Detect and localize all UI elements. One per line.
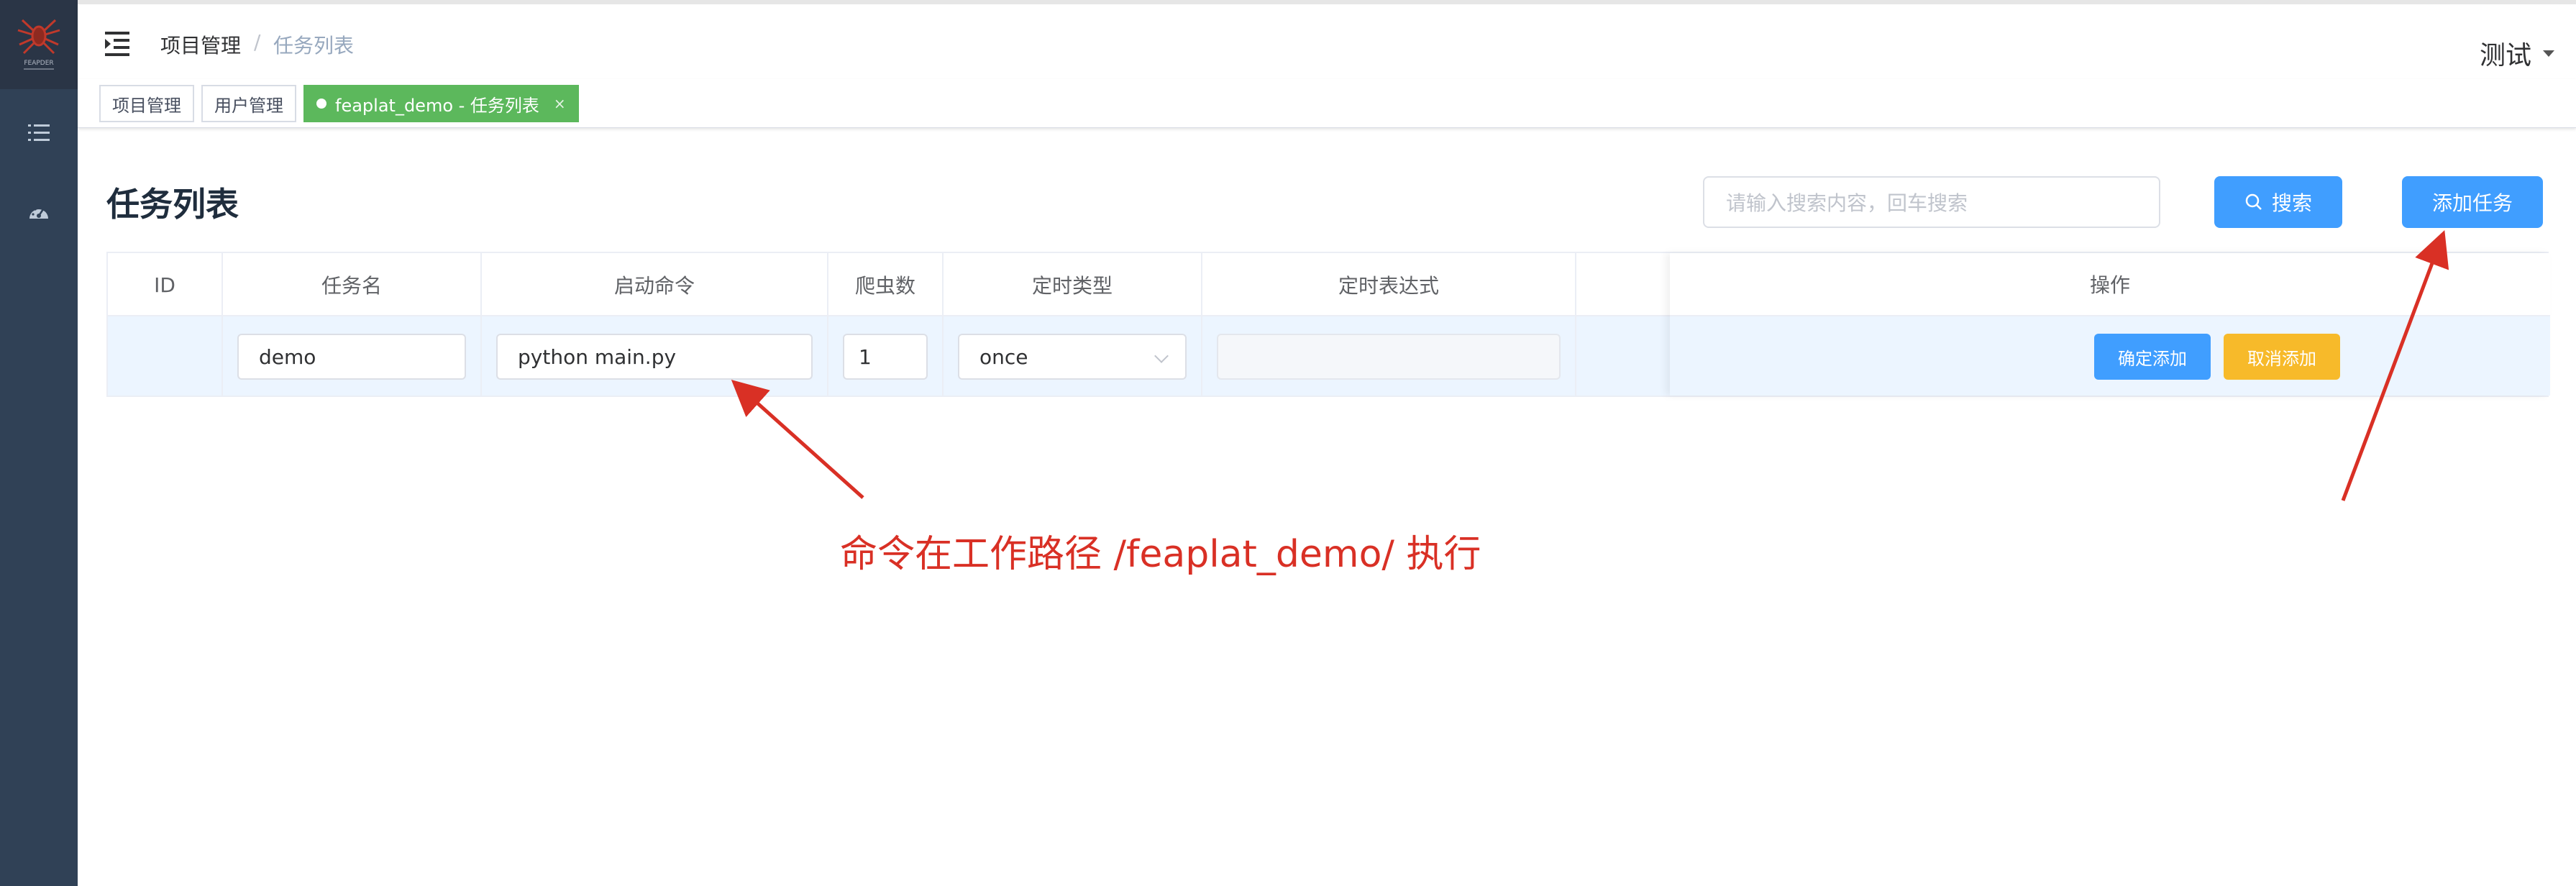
menu-fold-icon[interactable] bbox=[101, 29, 135, 58]
cancel-add-button[interactable]: 取消添加 bbox=[2224, 334, 2340, 380]
search-button-label: 搜索 bbox=[2271, 191, 2312, 215]
svg-text:FEAPDER: FEAPDER bbox=[24, 60, 53, 67]
schedule-type-value: once bbox=[979, 344, 1028, 369]
tag-label: feaplat_demo - 任务列表 bbox=[335, 95, 539, 116]
cell-command: python main.py bbox=[482, 316, 828, 396]
confirm-add-button[interactable]: 确定添加 bbox=[2094, 334, 2211, 380]
arrow-to-command-icon bbox=[731, 379, 864, 499]
operations-column: 操作 确定添加 取消添加 bbox=[1670, 253, 2550, 396]
header-id: ID bbox=[108, 253, 223, 316]
cell-spider-count: 1 bbox=[828, 316, 944, 396]
search-icon bbox=[2245, 193, 2262, 210]
user-name: 测试 bbox=[2479, 41, 2531, 70]
add-task-label: 添加任务 bbox=[2431, 191, 2513, 215]
tag-project-management[interactable]: 项目管理 bbox=[99, 85, 194, 122]
breadcrumb-separator: / bbox=[254, 30, 261, 54]
chevron-down-icon bbox=[1154, 349, 1169, 363]
breadcrumb-item-current: 任务列表 bbox=[273, 34, 355, 58]
tag-label: 用户管理 bbox=[214, 95, 283, 116]
header-spider-count: 爬虫数 bbox=[828, 253, 944, 316]
tag-user-management[interactable]: 用户管理 bbox=[201, 85, 296, 122]
annotation-arrows bbox=[731, 229, 2449, 501]
cell-id bbox=[108, 316, 223, 396]
header-hidden-column: i bbox=[1576, 253, 1670, 316]
list-icon bbox=[28, 124, 50, 141]
annotation-text: 命令在工作路径 /feaplat_demo/ 执行 bbox=[840, 533, 1481, 576]
spider-count-input[interactable]: 1 bbox=[843, 334, 928, 380]
task-table: ID 任务名 启动命令 爬虫数 定时类型 定时表达式 i demo python… bbox=[106, 252, 2550, 397]
task-name-input[interactable]: demo bbox=[237, 334, 466, 380]
spider-logo-icon: FEAPDER bbox=[17, 19, 60, 70]
dashboard-icon bbox=[29, 206, 48, 219]
cell-cron-expression bbox=[1202, 316, 1576, 396]
caret-down-icon bbox=[2543, 50, 2554, 57]
search-input[interactable]: 请输入搜索内容，回车搜索 bbox=[1703, 176, 2160, 228]
command-input[interactable]: python main.py bbox=[496, 334, 813, 380]
search-button[interactable]: 搜索 bbox=[2214, 176, 2342, 228]
cell-schedule-type: once bbox=[944, 316, 1202, 396]
header-task-name: 任务名 bbox=[223, 253, 482, 316]
tag-label: 项目管理 bbox=[112, 95, 181, 116]
user-dropdown[interactable]: 测试 bbox=[2480, 35, 2554, 72]
header-operations: 操作 bbox=[1670, 253, 2550, 316]
header-cron-expression: 定时表达式 bbox=[1202, 253, 1576, 316]
tag-task-list[interactable]: feaplat_demo - 任务列表 × bbox=[303, 85, 579, 122]
tags-view: 项目管理 用户管理 feaplat_demo - 任务列表 × bbox=[78, 79, 2576, 128]
search-placeholder: 请输入搜索内容，回车搜索 bbox=[1726, 191, 1968, 215]
header-schedule-type: 定时类型 bbox=[944, 253, 1202, 316]
cell-task-name: demo bbox=[223, 316, 482, 396]
active-dot-icon bbox=[316, 99, 326, 109]
navbar: 项目管理 / 任务列表 测试 bbox=[78, 0, 2576, 79]
add-task-button[interactable]: 添加任务 bbox=[2402, 176, 2543, 228]
cron-expression-input[interactable] bbox=[1217, 334, 1561, 380]
sidebar-item-dashboard[interactable] bbox=[0, 180, 78, 245]
sidebar: FEAPDER bbox=[0, 0, 78, 886]
sidebar-item-list[interactable] bbox=[0, 101, 78, 165]
breadcrumb-item-project[interactable]: 项目管理 bbox=[160, 30, 241, 59]
schedule-type-select[interactable]: once bbox=[958, 334, 1187, 380]
header-command: 启动命令 bbox=[482, 253, 828, 316]
close-icon[interactable]: × bbox=[554, 95, 566, 112]
page-title: 任务列表 bbox=[106, 185, 239, 224]
logo[interactable]: FEAPDER bbox=[0, 0, 78, 89]
